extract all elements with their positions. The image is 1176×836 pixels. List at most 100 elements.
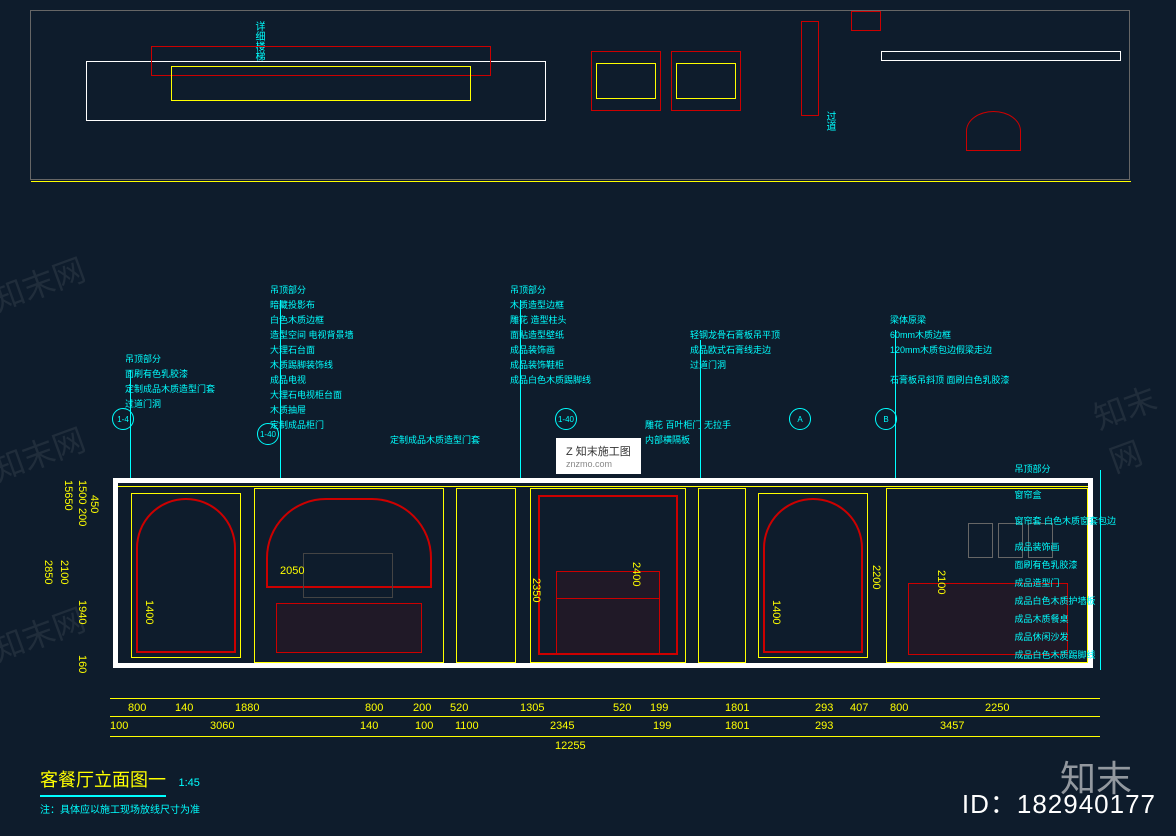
a2-0: 暗藏投影布 xyxy=(270,298,354,313)
label-corridor: 过道 xyxy=(822,111,837,131)
dh-19: 293 xyxy=(815,720,833,732)
dh-12: 2345 xyxy=(550,720,574,732)
di-0: 1400 xyxy=(143,600,155,624)
top-wall xyxy=(801,21,819,116)
marker-3: 1-40 xyxy=(555,408,577,430)
dh-21: 800 xyxy=(890,702,908,714)
title-text: 客餐厅立面图一 xyxy=(40,766,166,797)
a2-3: 大理石台面 xyxy=(270,343,354,358)
arch-2-frame xyxy=(758,493,868,658)
annot-right: 吊顶部分 窗帘盒 窗帘套 白色木质窗套包边 成品装饰画 面刷有色乳胶漆 成品造型… xyxy=(1014,460,1116,664)
top-plan-section: 过道 详细楼梯 xyxy=(30,10,1130,180)
marker-2: 1-40 xyxy=(257,423,279,445)
dh-13: 520 xyxy=(613,702,631,714)
dh-20: 407 xyxy=(850,702,868,714)
dh-9: 520 xyxy=(450,702,468,714)
ar-2: 成品装饰画 xyxy=(1014,538,1116,556)
marker-A: A xyxy=(789,408,811,430)
art-1 xyxy=(968,523,993,558)
a4-2: 过道门洞 xyxy=(690,358,780,373)
center-cabinet xyxy=(556,571,660,655)
ar-6: 成品木质餐桌 xyxy=(1014,610,1116,628)
ar-3: 面刷有色乳胶漆 xyxy=(1014,556,1116,574)
a4-1: 成品欧式石膏线走边 xyxy=(690,343,780,358)
a3-0: 木质造型边框 xyxy=(510,298,591,313)
top-elem-3 xyxy=(171,66,471,101)
marker-B: B xyxy=(875,408,897,430)
title-scale: 1:45 xyxy=(178,777,199,789)
dimline-3 xyxy=(110,736,1100,737)
a1-0: 面刷有色乳胶漆 xyxy=(125,367,215,382)
a2-h: 吊顶部分 xyxy=(270,283,354,298)
tv-cabinet xyxy=(276,603,422,653)
dh-8: 100 xyxy=(415,720,433,732)
dv-7: 160 xyxy=(76,655,88,673)
cad-canvas: 过道 详细楼梯 吊顶部分 面刷有色乳胶漆 定制成品木质造型门套 过道门洞 吊顶部… xyxy=(0,0,1176,836)
top-baseline xyxy=(31,181,1131,182)
a3-1: 雕花 造型柱头 xyxy=(510,313,591,328)
center-watermark: Z 知末施工图 znzmo.com xyxy=(556,438,641,474)
ar-0: 窗帘盒 xyxy=(1014,486,1116,504)
a5-1: 60mm木质边框 xyxy=(890,328,992,343)
di-6: 2100 xyxy=(935,570,947,594)
wm-0: 知末网 xyxy=(0,245,91,321)
title-note: 注：具体应以施工现场放线尺寸为准 xyxy=(40,801,200,816)
top-cab-1 xyxy=(851,11,881,31)
dv-2: 15650 xyxy=(62,480,74,511)
annot-col-5b: 石膏板吊斜顶 面刷白色乳胶漆 xyxy=(890,373,1010,388)
annot-col-2c: 定制成品木质造型门套 xyxy=(390,433,480,448)
dv-0: 1500 xyxy=(76,480,88,504)
top-elem-4y xyxy=(596,63,656,99)
dh-1: 100 xyxy=(110,720,128,732)
lead-5 xyxy=(895,330,896,480)
a1-2: 过道门洞 xyxy=(125,397,215,412)
tv-screen xyxy=(303,553,393,598)
dimline-2 xyxy=(110,716,1100,717)
a2-4: 木质踢脚装饰线 xyxy=(270,358,354,373)
annot-col-1: 吊顶部分 面刷有色乳胶漆 定制成品木质造型门套 过道门洞 xyxy=(125,352,215,412)
lead-4 xyxy=(700,340,701,480)
drawing-id: ID：182940177 xyxy=(962,784,1156,821)
di-5: 2200 xyxy=(870,565,882,589)
di-2: 2350 xyxy=(530,578,542,602)
di-1: 2050 xyxy=(280,565,304,577)
dh-4: 3060 xyxy=(210,720,234,732)
dh-16: 1801 xyxy=(725,702,749,714)
a2c: 定制成品木质造型门套 xyxy=(390,433,480,448)
pilaster-2 xyxy=(698,488,746,663)
dh-0: 800 xyxy=(128,702,146,714)
ar-4: 成品造型门 xyxy=(1014,574,1116,592)
dh-23: 3457 xyxy=(940,720,964,732)
a4-0: 轻钢龙骨石膏板吊平顶 xyxy=(690,328,780,343)
lead-1 xyxy=(130,370,131,480)
ar-h: 吊顶部分 xyxy=(1014,460,1116,478)
ar-7: 成品休闲沙发 xyxy=(1014,628,1116,646)
a3-4: 成品装饰鞋柜 xyxy=(510,358,591,373)
dv-3: 200 xyxy=(76,508,88,526)
a3b-0: 雕花 百叶柜门 无拉手 xyxy=(645,418,731,433)
a5b-0: 石膏板吊斜顶 面刷白色乳胶漆 xyxy=(890,373,1010,388)
annot-col-3b: 雕花 百叶柜门 无拉手 内部横隔板 xyxy=(645,418,731,448)
lead-3 xyxy=(520,300,521,480)
annot-h1: 吊顶部分 xyxy=(125,352,215,367)
dh-18: 293 xyxy=(815,702,833,714)
top-counter xyxy=(881,51,1121,61)
dv-1: 450 xyxy=(88,495,100,513)
dh-total: 12255 xyxy=(555,740,586,752)
ceiling-line xyxy=(118,486,1088,487)
ar-8: 成品白色木质踢脚线 xyxy=(1014,646,1116,664)
dimline-1 xyxy=(110,698,1100,699)
dv-4: 2850 xyxy=(42,560,54,584)
dv-5: 2100 xyxy=(58,560,70,584)
a3-h: 吊顶部分 xyxy=(510,283,591,298)
cwm-2: znzmo.com xyxy=(566,459,631,469)
a5-2: 120mm木质包边假梁走边 xyxy=(890,343,992,358)
annot-col-2: 吊顶部分 暗藏投影布 白色木质边框 造型空间 电视背景墙 大理石台面 木质踢脚装… xyxy=(270,283,354,373)
dh-11: 1305 xyxy=(520,702,544,714)
a3-2: 面贴造型壁纸 xyxy=(510,328,591,343)
cab-shelf xyxy=(556,598,660,599)
dh-7: 200 xyxy=(413,702,431,714)
dh-17: 1801 xyxy=(725,720,749,732)
a2-2: 造型空间 电视背景墙 xyxy=(270,328,354,343)
title-block: 客餐厅立面图一 1:45 注：具体应以施工现场放线尺寸为准 xyxy=(40,766,200,816)
